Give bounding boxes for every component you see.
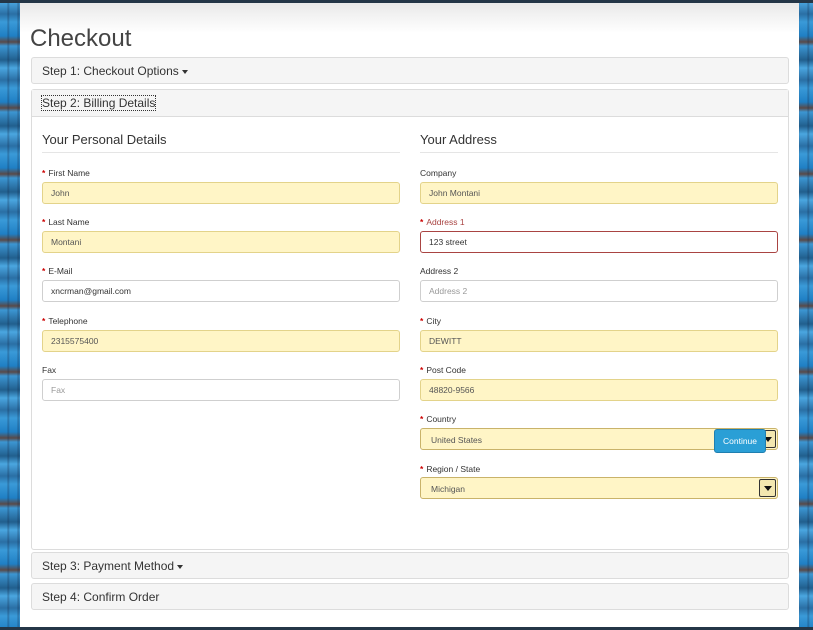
checkout-panel: Checkout Step 1: Checkout Options Step 2… xyxy=(20,3,799,627)
required-marker: * xyxy=(420,464,424,474)
region-selected-value: Michigan xyxy=(431,484,466,494)
required-marker: * xyxy=(420,316,424,326)
fax-label: Fax xyxy=(42,365,57,375)
step-1-label: Step 1: Checkout Options xyxy=(42,64,179,78)
step-4-header[interactable]: Step 4: Confirm Order xyxy=(31,583,789,610)
required-marker: * xyxy=(42,316,46,326)
first-name-label: * First Name xyxy=(42,168,90,178)
caret-down-icon xyxy=(177,564,184,569)
address-1-input[interactable] xyxy=(420,231,778,253)
step-3-header[interactable]: Step 3: Payment Method xyxy=(31,552,789,579)
address-title: Your Address xyxy=(420,132,778,153)
company-label: Company xyxy=(420,168,457,178)
required-marker: * xyxy=(420,217,424,227)
post-code-label: * Post Code xyxy=(420,365,467,375)
telephone-input[interactable] xyxy=(42,330,400,352)
city-input[interactable] xyxy=(420,330,778,352)
required-marker: * xyxy=(42,168,46,178)
step-2-header[interactable]: Step 2: Billing Details xyxy=(32,90,788,117)
last-name-input[interactable] xyxy=(42,231,400,253)
country-selected-value: United States xyxy=(431,435,483,445)
required-marker: * xyxy=(42,266,46,276)
address-2-label: Address 2 xyxy=(420,266,459,276)
country-label: * Country xyxy=(420,414,457,424)
address-1-label: * Address 1 xyxy=(420,217,465,227)
fax-input[interactable] xyxy=(42,379,400,401)
panel-top-shade xyxy=(20,3,799,33)
step-2-label: Step 2: Billing Details xyxy=(42,96,156,110)
step-1-header[interactable]: Step 1: Checkout Options xyxy=(31,57,789,84)
page-title: Checkout xyxy=(30,25,132,52)
post-code-input[interactable] xyxy=(420,379,778,401)
region-select[interactable]: Michigan xyxy=(420,477,778,499)
required-marker: * xyxy=(420,414,424,424)
step-4-label: Step 4: Confirm Order xyxy=(42,590,160,604)
email-input[interactable] xyxy=(42,280,400,302)
company-input[interactable] xyxy=(420,182,778,204)
city-label: * City xyxy=(420,316,441,326)
address-2-input[interactable] xyxy=(420,280,778,302)
first-name-input[interactable] xyxy=(42,182,400,204)
required-marker: * xyxy=(420,365,424,375)
region-label: * Region / State xyxy=(420,464,481,474)
step-2-panel: Step 2: Billing Details Your Personal De… xyxy=(31,89,789,550)
dropdown-arrow-icon[interactable] xyxy=(759,479,776,497)
caret-down-icon xyxy=(181,69,188,74)
step-3-label: Step 3: Payment Method xyxy=(42,559,175,573)
personal-details-title: Your Personal Details xyxy=(42,132,400,153)
required-marker: * xyxy=(42,217,46,227)
telephone-label: * Telephone xyxy=(42,316,88,326)
continue-button[interactable]: Continue xyxy=(714,429,766,453)
last-name-label: * Last Name xyxy=(42,217,90,227)
email-label: * E-Mail xyxy=(42,266,73,276)
